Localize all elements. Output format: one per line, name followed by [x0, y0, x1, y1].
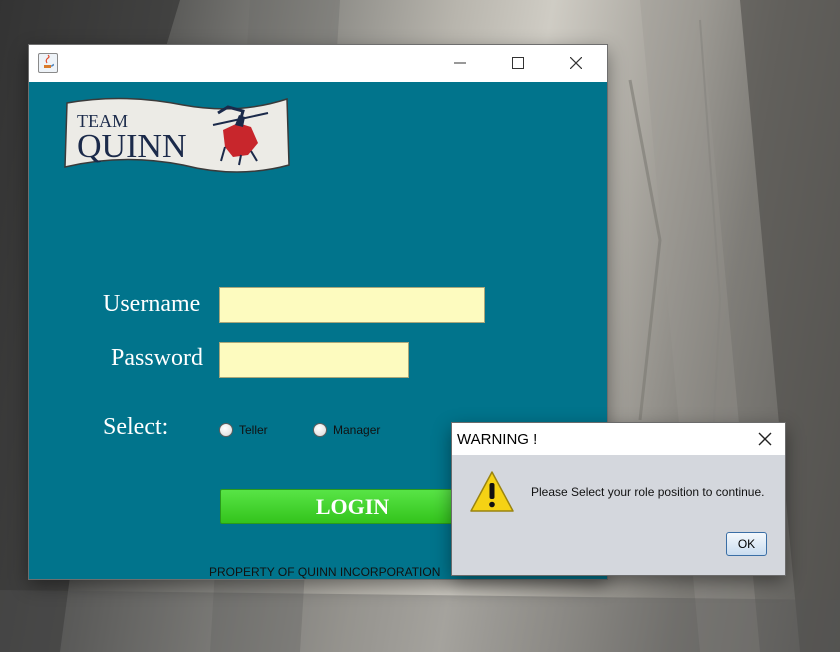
username-label: Username — [103, 291, 201, 317]
password-label: Password — [111, 345, 204, 371]
radio-circle[interactable] — [313, 423, 327, 437]
teller-radio-label: Teller — [239, 423, 268, 437]
minimize-icon — [454, 62, 466, 64]
maximize-icon — [512, 57, 524, 69]
warning-dialog: WARNING ! Please Select your role positi… — [452, 423, 785, 575]
close-button[interactable] — [553, 45, 599, 82]
java-app-icon — [38, 53, 58, 73]
password-input[interactable] — [219, 342, 409, 378]
footer-text: PROPERTY OF QUINN INCORPORATION — [209, 565, 441, 579]
dialog-titlebar[interactable]: WARNING ! — [452, 423, 785, 455]
logo-quinn-text: QUINN — [77, 128, 187, 165]
manager-radio-label: Manager — [333, 423, 381, 437]
manager-radio[interactable]: Manager — [313, 423, 380, 437]
teller-radio[interactable]: Teller — [219, 423, 268, 437]
close-icon — [758, 432, 772, 446]
dialog-title: WARNING ! — [457, 431, 538, 448]
select-role-label: Select: — [103, 414, 169, 440]
radio-circle[interactable] — [219, 423, 233, 437]
close-icon — [570, 57, 582, 69]
warning-icon — [470, 471, 514, 512]
dialog-close-button[interactable] — [745, 423, 785, 455]
minimize-button[interactable] — [437, 45, 483, 82]
maximize-button[interactable] — [495, 45, 541, 82]
dialog-message: Please Select your role position to cont… — [531, 485, 765, 499]
ok-button[interactable]: OK — [726, 532, 767, 556]
team-quinn-logo: TEAM QUINN — [64, 97, 290, 173]
login-button[interactable]: LOGIN — [220, 489, 485, 524]
username-input[interactable] — [219, 287, 485, 323]
window-titlebar[interactable] — [29, 45, 607, 82]
